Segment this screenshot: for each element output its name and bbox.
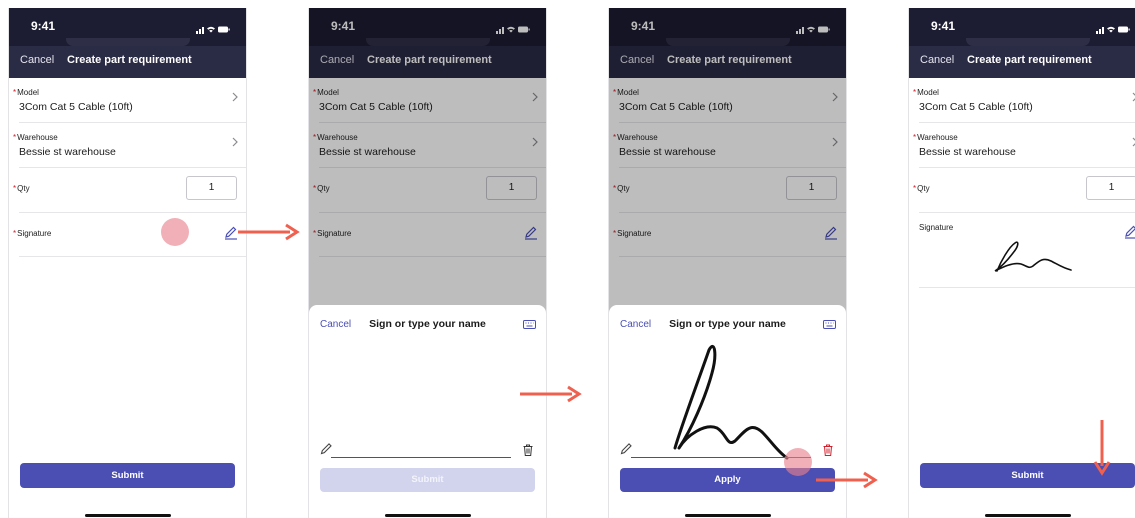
signature-sheet: Cancel Sign or type your name Apply <box>609 305 846 518</box>
screen-1-form: 9:41 Cancel Create part requirement *Mod… <box>8 8 247 518</box>
chevron-right-icon <box>232 137 238 147</box>
signature-row: *Signature <box>13 213 246 257</box>
home-indicator <box>984 514 1071 517</box>
signature-canvas[interactable] <box>309 341 546 457</box>
model-row[interactable]: *Model 3Com Cat 5 Cable (10ft) <box>13 78 246 123</box>
notch <box>965 38 1090 46</box>
qty-label: *Qty <box>913 184 930 193</box>
qty-label: *Qty <box>13 184 30 193</box>
cancel-button[interactable]: Cancel <box>20 54 54 66</box>
signature-drawing[interactable] <box>609 335 846 465</box>
keyboard-icon[interactable] <box>823 320 836 329</box>
model-row[interactable]: *Model 3Com Cat 5 Cable (10ft) <box>913 78 1135 123</box>
signature-label: Signature <box>919 223 954 232</box>
qty-input[interactable]: 1 <box>186 176 237 200</box>
status-time: 9:41 <box>931 19 956 33</box>
tap-indicator <box>784 448 812 476</box>
tap-indicator <box>161 218 189 246</box>
signature-sheet: Cancel Sign or type your name Submit <box>309 305 546 518</box>
flow-arrow-4 <box>1093 420 1111 476</box>
screen-2-sign-empty: 9:41 Cancel Create part requirement *Mod… <box>308 8 547 518</box>
status-icons <box>1096 21 1130 39</box>
signature-row: Signature <box>919 213 1135 288</box>
warehouse-label: *Warehouse <box>13 133 58 142</box>
page-title: Create part requirement <box>67 54 192 66</box>
signal-wifi-battery-icon <box>1096 26 1130 34</box>
cancel-button[interactable]: Cancel <box>920 54 954 66</box>
warehouse-row[interactable]: *Warehouse Bessie st warehouse <box>13 123 246 168</box>
warehouse-label: *Warehouse <box>913 133 958 142</box>
sheet-title: Sign or type your name <box>369 318 486 330</box>
flow-arrow-3 <box>816 471 878 489</box>
keyboard-icon[interactable] <box>523 320 536 329</box>
part-form: *Model 3Com Cat 5 Cable (10ft) *Warehous… <box>909 78 1135 288</box>
pencil-icon[interactable] <box>1124 225 1135 239</box>
flow-arrow-2 <box>520 385 582 403</box>
chevron-right-icon <box>232 92 238 102</box>
warehouse-row[interactable]: *Warehouse Bessie st warehouse <box>913 123 1135 168</box>
screen-3-sign-drawn: 9:41 Cancel Create part requirement *Mod… <box>608 8 847 518</box>
trash-icon[interactable] <box>823 444 833 456</box>
warehouse-value: Bessie st warehouse <box>919 146 1016 158</box>
status-icons <box>196 21 230 39</box>
home-indicator <box>384 514 471 517</box>
submit-button[interactable]: Submit <box>320 468 535 492</box>
qty-row: *Qty 1 <box>13 168 246 213</box>
signature-image <box>994 241 1072 272</box>
model-value: 3Com Cat 5 Cable (10ft) <box>19 101 133 113</box>
home-indicator <box>84 514 171 517</box>
nav-bar: Cancel Create part requirement <box>909 46 1135 78</box>
trash-icon[interactable] <box>523 444 533 456</box>
model-label: *Model <box>913 88 939 97</box>
qty-row: *Qty 1 <box>913 168 1135 213</box>
pencil-icon[interactable] <box>620 442 633 455</box>
signature-label: *Signature <box>13 229 52 238</box>
nav-bar: Cancel Create part requirement <box>9 46 246 78</box>
status-time: 9:41 <box>31 19 56 33</box>
signal-wifi-battery-icon <box>196 26 230 34</box>
home-indicator <box>684 514 771 517</box>
status-bar: 9:41 <box>9 8 246 46</box>
part-form: *Model 3Com Cat 5 Cable (10ft) *Warehous… <box>9 78 246 257</box>
qty-input[interactable]: 1 <box>1086 176 1135 200</box>
page-title: Create part requirement <box>967 54 1092 66</box>
notch <box>65 38 190 46</box>
warehouse-value: Bessie st warehouse <box>19 146 116 158</box>
sheet-title: Sign or type your name <box>669 318 786 330</box>
flow-arrow-1 <box>238 223 300 241</box>
pencil-icon[interactable] <box>320 442 333 455</box>
model-value: 3Com Cat 5 Cable (10ft) <box>919 101 1033 113</box>
status-bar: 9:41 <box>909 8 1135 46</box>
model-label: *Model <box>13 88 39 97</box>
submit-button[interactable]: Submit <box>20 463 235 488</box>
signature-line <box>331 457 511 458</box>
